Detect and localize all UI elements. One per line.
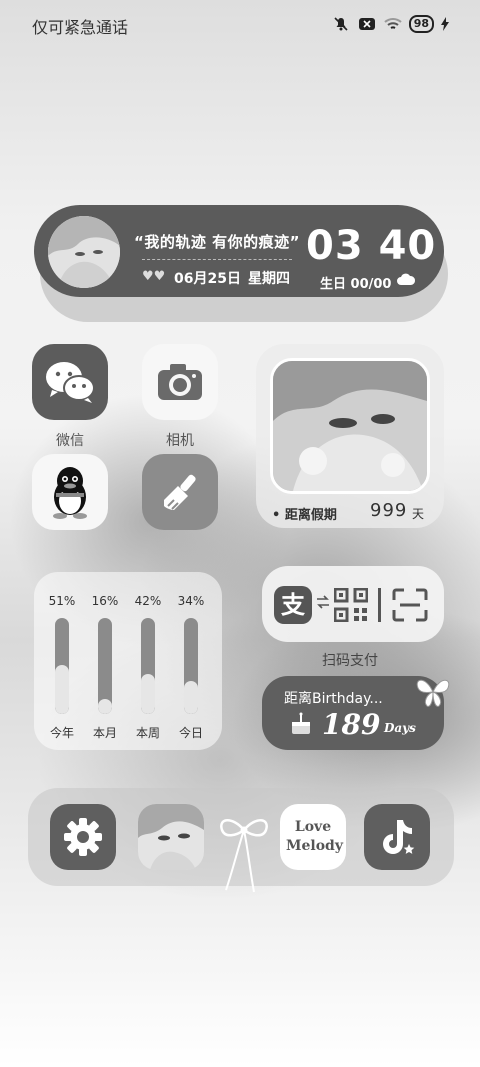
wechat-icon — [46, 362, 95, 403]
vacation-days: 999 — [370, 500, 408, 521]
camera-label: 相机 — [166, 433, 194, 449]
qq-app[interactable] — [32, 454, 108, 530]
love-melody-text: Love Melody — [286, 819, 343, 854]
gallery-app[interactable] — [138, 804, 204, 870]
divider — [378, 588, 381, 622]
birthday-days-unit: Days — [384, 721, 416, 735]
progress-fill — [141, 673, 155, 714]
wechat-label: 微信 — [56, 433, 84, 449]
mute-icon — [331, 15, 351, 33]
cloud-icon — [396, 271, 416, 291]
date-text: 06月25日 — [174, 271, 241, 287]
dock: Love Melody — [28, 788, 454, 893]
scan-pay-label: 扫码支付 — [322, 653, 378, 669]
progress-label: 今日 — [178, 726, 203, 740]
progress-label: 本周 — [135, 726, 160, 740]
progress-percent: 42% — [134, 594, 162, 608]
settings-app[interactable] — [50, 804, 116, 870]
qq-penguin-icon — [53, 467, 87, 519]
status-icons: 98 — [331, 15, 450, 33]
ribbon-bow-icon — [214, 810, 274, 900]
progress-track — [98, 618, 112, 714]
alipay-icon: 支 — [274, 586, 312, 624]
cleaner-app[interactable] — [142, 454, 218, 530]
progress-fill — [184, 681, 198, 714]
camera-app[interactable] — [142, 344, 218, 420]
broom-icon — [164, 474, 196, 510]
avatar — [48, 216, 120, 288]
hearts-icon: ♥♥ — [142, 269, 166, 284]
progress-percent: 34% — [177, 594, 205, 608]
progress-month: 16% 本月 — [85, 572, 125, 741]
status-carrier-text: 仅可紧急通话 — [32, 18, 129, 37]
clock-widget[interactable]: “我的轨迹 有你的痕迹” ♥♥ 06月25日 星期四 03 40 生日 00/0… — [34, 205, 444, 297]
anime-thumbnail — [138, 804, 204, 870]
birthday-days-number: 189 — [322, 708, 381, 741]
no-sim-icon — [357, 15, 377, 33]
scan-pay-widget[interactable]: 支 — [262, 566, 444, 642]
battery-icon: 98 — [408, 15, 434, 33]
weekday-text: 星期四 — [248, 271, 290, 287]
anime-photo — [270, 358, 430, 494]
scan-icon — [392, 588, 428, 626]
progress-track — [141, 618, 155, 714]
birthday-countdown-text: 距离Birthday... — [284, 691, 383, 707]
progress-track — [184, 618, 198, 714]
cake-icon — [290, 712, 312, 740]
exchange-arrows-icon — [315, 594, 331, 614]
qr-code-icon — [333, 587, 369, 626]
progress-fill — [98, 698, 112, 714]
vacation-unit: 天 — [412, 507, 425, 521]
tiktok-icon — [383, 820, 415, 854]
progress-week: 42% 本周 — [128, 572, 168, 741]
charging-icon — [440, 15, 450, 33]
birthday-text: 生日 00/00 — [320, 277, 392, 292]
wechat-app[interactable] — [32, 344, 108, 420]
wifi-icon — [383, 15, 403, 33]
camera-icon — [158, 364, 202, 400]
progress-percent: 51% — [48, 594, 76, 608]
tiktok-app[interactable] — [364, 804, 430, 870]
progress-percent: 16% — [91, 594, 119, 608]
vacation-countdown-widget[interactable]: • 距离假期 999 天 — [256, 344, 444, 528]
progress-track — [55, 618, 69, 714]
time-progress-widget[interactable]: 51% 今年 16% 本月 42% 本周 34% 今日 — [34, 572, 222, 750]
quote-text: “我的轨迹 有你的痕迹” — [134, 233, 300, 251]
progress-label: 本月 — [92, 726, 117, 740]
gear-icon — [64, 818, 102, 856]
clock-time: 03 40 — [306, 223, 437, 269]
vacation-label: • 距离假期 — [272, 508, 337, 523]
love-melody-app[interactable]: Love Melody — [280, 804, 346, 870]
butterfly-icon — [412, 670, 454, 716]
progress-year: 51% 今年 — [42, 572, 82, 741]
progress-day: 34% 今日 — [171, 572, 211, 741]
dashed-divider — [142, 259, 292, 260]
progress-label: 今年 — [49, 726, 74, 740]
progress-fill — [55, 665, 69, 714]
